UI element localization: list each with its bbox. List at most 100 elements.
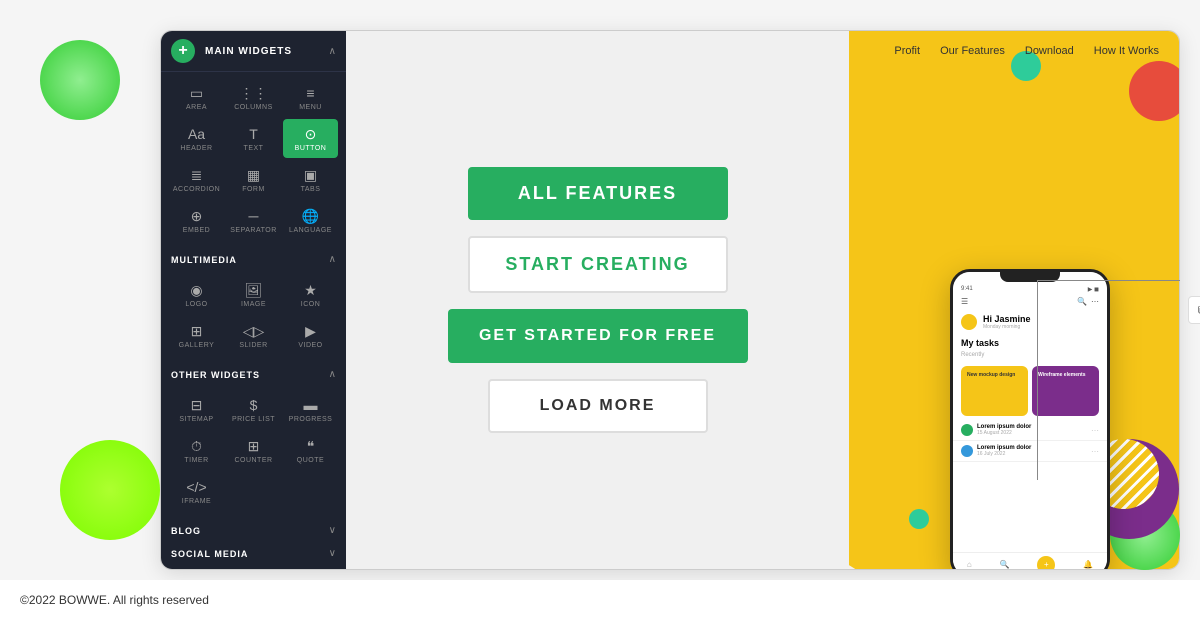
widget-image[interactable]: 🖼 IMAGE: [226, 275, 281, 314]
widget-tabs[interactable]: ▣ TABS: [283, 160, 338, 199]
phone-card-purple: Wireframe elements: [1032, 366, 1099, 416]
multimedia-title: MULTIMEDIA: [171, 255, 237, 265]
header-icon: Aa: [185, 125, 209, 143]
footer-text: ©2022 BOWWE. All rights reserved: [20, 593, 209, 607]
main-widget-grid: ▭ AREA ⋮⋮ COLUMNS ≡ MENU Aa HEADER T TEX…: [161, 72, 346, 246]
add-widget-button[interactable]: +: [171, 39, 195, 63]
counter-icon: ⊞: [242, 437, 266, 455]
widget-logo[interactable]: ◉ LOGO: [169, 275, 224, 314]
video-icon: ▶: [299, 322, 323, 340]
columns-label: COLUMNS: [234, 104, 273, 111]
widget-form[interactable]: ▦ FORM: [226, 160, 281, 199]
blog-title: BLOG: [171, 526, 201, 536]
phone-nav-bell: 🔔: [1083, 560, 1093, 569]
phone-task-item-1: Lorem ipsum dolor 15 August 2022 ⋯: [953, 420, 1107, 441]
icon-label: ICON: [301, 301, 321, 308]
widget-slider[interactable]: ◁▷ SLIDER: [226, 316, 281, 355]
widget-iframe[interactable]: </> IFRAME: [169, 472, 224, 511]
quote-label: QUOTE: [297, 457, 324, 464]
widget-icon[interactable]: ★ ICON: [283, 275, 338, 314]
separator-label: SEPARATOR: [230, 227, 277, 234]
header-label: HEADER: [180, 145, 212, 152]
footer-bar: ©2022 BOWWE. All rights reserved: [0, 580, 1200, 620]
social-media-section-header: SOCIAL MEDIA ∨: [161, 540, 346, 563]
widget-quote[interactable]: ❝ QUOTE: [283, 431, 338, 470]
other-widgets-toggle[interactable]: ∧: [329, 369, 336, 380]
tabs-icon: ▣: [299, 166, 323, 184]
separator-icon: ─: [242, 207, 266, 225]
other-widgets-section-header: OTHER WIDGETS ∧: [161, 361, 346, 384]
all-features-button[interactable]: ALL FEATURES: [468, 167, 728, 220]
start-creating-button[interactable]: START CREATING: [468, 236, 728, 293]
phone-task-text-2: Lorem ipsum dolor 16 July 2022: [977, 445, 1087, 457]
phone-task-avatar-2: [961, 445, 973, 457]
widget-gallery[interactable]: ⊞ GALLERY: [169, 316, 224, 355]
phone-greeting-subtitle: Monday morning: [983, 324, 1031, 330]
sitemap-label: SITEMAP: [179, 416, 213, 423]
nav-download[interactable]: Download: [1025, 45, 1074, 57]
widget-video[interactable]: ▶ VIDEO: [283, 316, 338, 355]
get-started-button[interactable]: GET STARTED FOR FREE: [448, 309, 748, 363]
phone-nav-home: ⌂: [967, 560, 972, 569]
widget-timer[interactable]: ⏱ TIMER: [169, 431, 224, 470]
preview-area: Profit Our Features Download How It Work…: [849, 31, 1179, 569]
multimedia-toggle[interactable]: ∧: [329, 254, 336, 265]
widget-embed[interactable]: ⊕ EMBED: [169, 201, 224, 240]
timer-icon: ⏱: [185, 437, 209, 455]
nav-how-it-works[interactable]: How It Works: [1094, 45, 1159, 57]
phone-user-avatar: [961, 314, 977, 330]
widget-separator[interactable]: ─ SEPARATOR: [226, 201, 281, 240]
form-icon: ▦: [242, 166, 266, 184]
slider-icon: ◁▷: [242, 322, 266, 340]
collapse-button[interactable]: ∧: [329, 46, 336, 57]
phone-card-yellow-title: New mockup design: [967, 372, 1022, 378]
widget-button[interactable]: ⊙ BUTTON: [283, 119, 338, 158]
embed-icon: ⊕: [185, 207, 209, 225]
menu-icon: ≡: [299, 84, 323, 102]
phone-nav-add: +: [1037, 556, 1055, 570]
menu-label: MENU: [299, 104, 322, 111]
phone-status-bar: 9:41 ▶ ◼: [953, 282, 1107, 297]
phone-card-purple-title: Wireframe elements: [1038, 372, 1093, 378]
widget-header[interactable]: Aa HEADER: [169, 119, 224, 158]
phone-task-avatar-1: [961, 424, 973, 436]
copy-button[interactable]: ⧉: [1188, 296, 1200, 324]
widget-language[interactable]: 🌐 LANGUAGE: [283, 201, 338, 240]
phone-greeting-name: Hi Jasmine: [983, 314, 1031, 324]
widget-columns[interactable]: ⋮⋮ COLUMNS: [226, 78, 281, 117]
text-label: TEXT: [244, 145, 264, 152]
widget-menu[interactable]: ≡ MENU: [283, 78, 338, 117]
sitemap-icon: ⊟: [185, 396, 209, 414]
load-more-button[interactable]: LOAD MORE: [488, 379, 708, 433]
accordion-icon: ≣: [185, 166, 209, 184]
columns-icon: ⋮⋮: [242, 84, 266, 102]
widget-area[interactable]: ▭ AREA: [169, 78, 224, 117]
widget-sitemap[interactable]: ⊟ SITEMAP: [169, 390, 224, 429]
annotation-horizontal-line: [1038, 280, 1180, 281]
button-icon: ⊙: [299, 125, 323, 143]
other-widget-grid: ⊟ SITEMAP $ PRICE LIST ▬ PROGRESS ⏱ TIME…: [161, 384, 346, 517]
widget-counter[interactable]: ⊞ COUNTER: [226, 431, 281, 470]
phone-task-text-1: Lorem ipsum dolor 15 August 2022: [977, 424, 1087, 436]
image-label: IMAGE: [241, 301, 266, 308]
widget-price-list[interactable]: $ PRICE LIST: [226, 390, 281, 429]
nav-profit[interactable]: Profit: [894, 45, 920, 57]
widget-accordion[interactable]: ≣ ACCORDION: [169, 160, 224, 199]
image-icon: 🖼: [242, 281, 266, 299]
social-media-title: SOCIAL MEDIA: [171, 549, 248, 559]
widget-text[interactable]: T TEXT: [226, 119, 281, 158]
tabs-label: TABS: [301, 186, 321, 193]
blog-toggle[interactable]: ∨: [329, 525, 336, 536]
phone-screen: 9:41 ▶ ◼ ☰ 🔍⋯ Hi Jasmine Monday morning: [953, 272, 1107, 569]
price-list-label: PRICE LIST: [232, 416, 275, 423]
gallery-label: GALLERY: [179, 342, 215, 349]
text-icon: T: [242, 125, 266, 143]
multimedia-section-header: MULTIMEDIA ∧: [161, 246, 346, 269]
sidebar: + MAIN WIDGETS ∧ ▭ AREA ⋮⋮ COLUMNS ≡ MEN…: [161, 31, 346, 569]
nav-our-features[interactable]: Our Features: [940, 45, 1005, 57]
social-media-toggle[interactable]: ∨: [329, 548, 336, 559]
slider-label: SLIDER: [239, 342, 267, 349]
multimedia-widget-grid: ◉ LOGO 🖼 IMAGE ★ ICON ⊞ GALLERY ◁▷ SLIDE…: [161, 269, 346, 361]
iframe-label: IFRAME: [182, 498, 211, 505]
widget-progress[interactable]: ▬ PROGRESS: [283, 390, 338, 429]
